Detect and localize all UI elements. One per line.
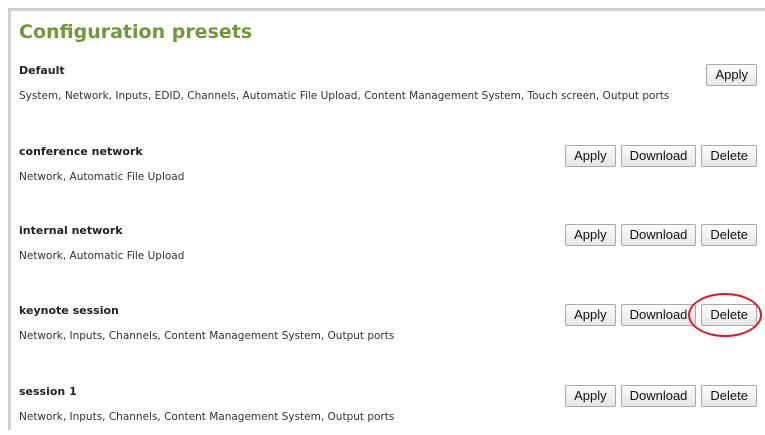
preset-actions: Apply Download Delete (565, 304, 757, 326)
preset-description: Network, Inputs, Channels, Content Manag… (19, 411, 395, 423)
top-divider (8, 8, 765, 11)
preset-description: Network, Automatic File Upload (19, 250, 185, 262)
preset-actions: Apply Download Delete (565, 145, 757, 167)
preset-name: conference network (19, 145, 143, 158)
preset-row-session-1: session 1 Apply Download Delete Network,… (19, 385, 757, 435)
preset-description: System, Network, Inputs, EDID, Channels,… (19, 90, 670, 102)
apply-button[interactable]: Apply (565, 385, 616, 407)
apply-button[interactable]: Apply (565, 224, 616, 246)
preset-actions: Apply Download Delete (565, 385, 757, 407)
preset-description: Network, Automatic File Upload (19, 171, 185, 183)
preset-name: Default (19, 64, 65, 77)
preset-name: keynote session (19, 304, 119, 317)
delete-button[interactable]: Delete (701, 224, 757, 246)
download-button[interactable]: Download (620, 224, 697, 246)
apply-button[interactable]: Apply (565, 304, 616, 326)
download-button[interactable]: Download (620, 304, 697, 326)
preset-row-internal-network: internal network Apply Download Delete N… (19, 224, 757, 274)
preset-name: internal network (19, 224, 123, 237)
preset-actions: Apply (706, 64, 757, 86)
apply-button[interactable]: Apply (706, 64, 757, 86)
preset-name: session 1 (19, 385, 77, 398)
delete-button[interactable]: Delete (701, 145, 757, 167)
preset-row-default: Default Apply System, Network, Inputs, E… (19, 64, 757, 114)
delete-button[interactable]: Delete (701, 385, 757, 407)
page-title: Configuration presets (19, 21, 253, 43)
preset-row-conference-network: conference network Apply Download Delete… (19, 145, 757, 195)
configuration-presets-panel: Configuration presets Default Apply Syst… (0, 0, 765, 430)
apply-button[interactable]: Apply (565, 145, 616, 167)
preset-row-keynote-session: keynote session Apply Download Delete Ne… (19, 304, 757, 354)
left-divider (8, 8, 11, 430)
preset-description: Network, Inputs, Channels, Content Manag… (19, 330, 395, 342)
delete-button[interactable]: Delete (701, 304, 757, 326)
download-button[interactable]: Download (620, 385, 697, 407)
download-button[interactable]: Download (620, 145, 697, 167)
preset-actions: Apply Download Delete (565, 224, 757, 246)
